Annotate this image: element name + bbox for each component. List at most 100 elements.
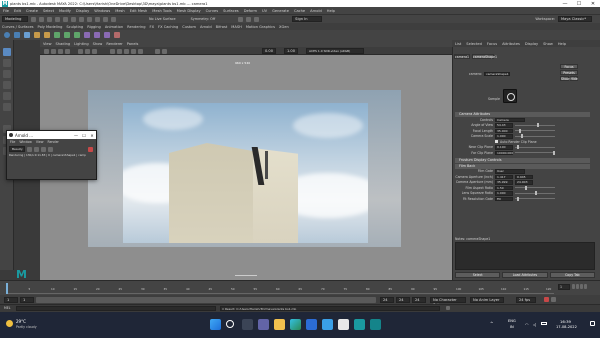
arnold-taskbar-icon[interactable] <box>338 319 349 330</box>
textured-icon[interactable] <box>124 48 129 54</box>
menu-mesh-tools[interactable]: Mesh Tools <box>152 9 171 13</box>
auto-key-icon[interactable] <box>544 297 549 302</box>
isolate-select-icon[interactable] <box>162 48 167 54</box>
menu-mesh[interactable]: Mesh <box>115 9 124 13</box>
show-button[interactable]: Show <box>560 76 570 81</box>
menu-surfaces[interactable]: Surfaces <box>223 9 239 13</box>
shelf-tab-bifrost[interactable]: Bifrost <box>216 25 228 29</box>
menu-cache[interactable]: Cache <box>294 9 305 13</box>
current-frame-field[interactable]: 1 <box>558 284 570 290</box>
shelf-tab-sculpting[interactable]: Sculpting <box>66 25 83 29</box>
focus-button[interactable]: Focus <box>560 64 578 69</box>
notes-field[interactable] <box>455 242 595 270</box>
close-button[interactable]: ✕ <box>586 1 600 7</box>
stop-render-icon[interactable] <box>88 146 93 152</box>
attr-menu-focus[interactable]: Focus <box>487 42 497 46</box>
select-object-icon[interactable] <box>79 16 84 22</box>
select-hierarchy-icon[interactable] <box>71 16 76 22</box>
menu-edit-mesh[interactable]: Edit Mesh <box>130 9 148 13</box>
load-attributes-button[interactable]: Load Attributes <box>502 272 548 278</box>
attr-menu-show[interactable]: Show <box>543 42 553 46</box>
photos-icon[interactable] <box>322 319 333 330</box>
fit-resolution-gate-field[interactable]: Fill <box>495 196 513 201</box>
aperture-mm-a[interactable]: 35.999 <box>495 180 513 185</box>
fit-resolution-gate-slider[interactable] <box>515 196 555 201</box>
rotate-tool-icon[interactable] <box>3 92 11 100</box>
attr-menu-attributes[interactable]: Attributes <box>502 42 520 46</box>
slider-handle[interactable] <box>521 134 523 139</box>
shelf-tab-arnold[interactable]: Arnold <box>200 25 212 29</box>
crop-icon[interactable] <box>48 146 53 152</box>
no-live-surface[interactable]: No Live Surface <box>149 17 176 21</box>
curve-tool-icon[interactable] <box>34 32 40 38</box>
select-component-icon[interactable] <box>87 16 92 22</box>
shelf-tab-fx[interactable]: FX <box>150 25 155 29</box>
menu-select[interactable]: Select <box>43 9 54 13</box>
menu-windows[interactable]: Windows <box>94 9 110 13</box>
xray-icon[interactable] <box>155 48 160 54</box>
minimize-button[interactable]: — <box>558 1 572 7</box>
arnold-close-button[interactable]: ✕ <box>88 133 96 138</box>
mel-input[interactable] <box>16 306 216 311</box>
lasso-tool-icon[interactable] <box>3 59 11 67</box>
mel-label[interactable]: MEL <box>4 306 11 310</box>
revolve-icon[interactable] <box>64 32 70 38</box>
new-scene-icon[interactable] <box>31 16 36 22</box>
battery-icon[interactable] <box>541 322 547 325</box>
angle-of-view-field[interactable]: 54.43 <box>495 123 513 128</box>
panel-menu-shading[interactable]: Shading <box>56 42 71 46</box>
shelf-tab-fx-caching[interactable]: FX Caching <box>158 25 178 29</box>
menu-edit[interactable]: Edit <box>14 9 21 13</box>
attr-scroll-area[interactable]: Camera Attributes Controls Camera Angle … <box>455 112 590 202</box>
shadows-icon[interactable] <box>138 48 143 54</box>
next-key-icon[interactable] <box>580 284 583 289</box>
arnold-menu-view[interactable]: View <box>36 140 44 144</box>
slider-handle[interactable] <box>553 150 555 155</box>
arnold-minimize-button[interactable]: — <box>72 133 80 138</box>
snap-point-icon[interactable] <box>111 16 116 22</box>
shelf-tab-animation[interactable]: Animation <box>105 25 123 29</box>
snap-curve-icon[interactable] <box>103 16 108 22</box>
controls-dropdown[interactable]: Camera <box>495 117 525 122</box>
attr-menu-selected[interactable]: Selected <box>466 42 482 46</box>
shelf-tab-mash[interactable]: MASH <box>231 25 242 29</box>
colorspace-dropdown[interactable]: ACES 1.0 SDR-video (sRGB) <box>306 48 364 54</box>
end-frame-field[interactable]: 24 <box>396 296 410 303</box>
store-icon[interactable] <box>306 319 317 330</box>
arnold-menu-file[interactable]: File <box>10 140 15 144</box>
node-name-field[interactable]: cameraShape1 <box>484 71 510 76</box>
shelf-tab-curves-surfaces[interactable]: Curves / Surfaces <box>2 25 34 29</box>
play-back-icon[interactable] <box>572 284 575 289</box>
menu-arnold[interactable]: Arnold <box>310 9 322 13</box>
aov-dropdown[interactable]: Beauty <box>9 146 25 152</box>
anim-layer-dropdown[interactable]: No Anim Layer <box>470 296 504 303</box>
scale-tool-icon[interactable] <box>3 103 11 111</box>
workspace-dropdown[interactable]: Maya Classic* <box>558 16 592 22</box>
arnold-maximize-button[interactable]: ☐ <box>80 133 88 138</box>
file-explorer-icon[interactable] <box>274 319 285 330</box>
render-frame-icon[interactable] <box>238 16 244 22</box>
aperture-inch-a[interactable]: 1.417 <box>495 174 513 179</box>
camera-viewport[interactable]: 960 x 540 <box>40 55 452 280</box>
presets-button[interactable]: Presets <box>560 70 578 75</box>
undo-icon[interactable] <box>55 16 60 22</box>
arnold-menu-window[interactable]: Window <box>19 140 32 144</box>
range-start-field[interactable]: 1 <box>20 296 34 303</box>
copy-tab-button[interactable]: Copy Tab <box>549 272 595 278</box>
wifi-icon[interactable]: ◠ <box>525 322 529 327</box>
film-aspect-ratio-slider[interactable] <box>515 185 555 190</box>
time-slider[interactable]: 1510152025303540455055606570758085909510… <box>0 280 600 295</box>
save-scene-icon[interactable] <box>47 16 52 22</box>
focal-length-slider[interactable] <box>515 128 555 133</box>
redo-icon[interactable] <box>63 16 68 22</box>
focal-length-field[interactable]: 35.000 <box>495 128 513 133</box>
nurbs-sphere-icon[interactable] <box>4 32 10 38</box>
range-bar[interactable] <box>36 296 376 303</box>
last-frame-icon[interactable] <box>584 284 587 289</box>
trim-icon[interactable] <box>114 32 120 38</box>
gamma-field[interactable]: 1.00 <box>284 48 298 54</box>
menu-display[interactable]: Display <box>76 9 89 13</box>
paint-select-icon[interactable] <box>3 70 11 78</box>
smooth-shade-icon[interactable] <box>117 48 122 54</box>
shelf-tab-motion-graphics[interactable]: Motion Graphics <box>246 25 275 29</box>
